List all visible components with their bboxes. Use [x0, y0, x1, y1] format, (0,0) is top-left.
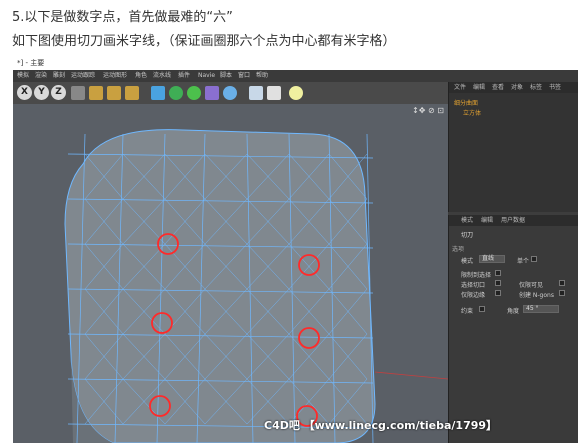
obj-menu-file[interactable]: 文件	[454, 82, 466, 93]
cube-face	[64, 129, 376, 443]
cube-icon[interactable]	[151, 86, 165, 100]
array-icon[interactable]	[205, 86, 219, 100]
visible-only-label: 仅限可见	[519, 282, 544, 289]
render-settings-icon[interactable]	[125, 86, 139, 100]
caption-line-1: 5.以下是做数字点，首先做最难的“六”	[12, 10, 233, 25]
floor-icon[interactable]	[249, 86, 263, 100]
mode-dropdown[interactable]: 直线	[479, 255, 505, 263]
y-axis-button[interactable]: Y	[34, 85, 49, 100]
visible-only-checkbox[interactable]	[559, 280, 565, 286]
obj-menu-bookmark[interactable]: 书签	[549, 82, 561, 93]
render-picture-viewer-icon[interactable]	[107, 86, 121, 100]
watermark: C4D吧 【www.linecg.com/tieba/1799】	[264, 419, 498, 432]
attr-menu-userdata[interactable]: 用户数据	[501, 215, 525, 226]
object-subdivision-surface[interactable]: 细分曲面	[454, 98, 478, 107]
x-axis-button[interactable]: X	[17, 85, 32, 100]
obj-menu-tag[interactable]: 标签	[530, 82, 542, 93]
edges-only-label: 仅限边缘	[461, 292, 486, 299]
main-toolbar: X Y Z	[13, 82, 448, 104]
constrain-label: 约束	[461, 308, 474, 315]
viewport-nav-controls[interactable]: ↕✥ ⊘ ⊡	[412, 106, 444, 115]
axis-line	[374, 371, 448, 380]
menu-character[interactable]: 角色	[135, 70, 147, 82]
obj-menu-view[interactable]: 查看	[492, 82, 504, 93]
menu-plugins[interactable]: 插件	[178, 70, 190, 82]
perspective-viewport[interactable]: ↕✥ ⊘ ⊡	[13, 104, 448, 443]
options-section-label: 选项	[452, 246, 465, 253]
single-label: 单个	[517, 258, 530, 265]
create-ngons-label: 创建 N-gons	[519, 292, 554, 299]
attr-menu-mode[interactable]: 模式	[461, 215, 473, 226]
coordinate-system-icon[interactable]	[71, 86, 85, 100]
attr-menu-edit[interactable]: 编辑	[481, 215, 493, 226]
angle-label: 角度	[507, 308, 520, 315]
subdivision-icon[interactable]	[187, 86, 201, 100]
attribute-manager-menu: 模式 编辑 用户数据	[449, 215, 578, 226]
z-axis-button[interactable]: Z	[51, 85, 66, 100]
menu-motion-tracking[interactable]: 运动跟踪	[71, 70, 95, 82]
caption-line-2: 如下图使用切刀画米字线，（保证画圈那六个点为中心都有米字格）	[12, 34, 396, 49]
obj-menu-object[interactable]: 对象	[511, 82, 523, 93]
mode-label: 模式	[461, 258, 474, 265]
window-title: *] - 主要	[13, 57, 578, 70]
select-cuts-checkbox[interactable]	[495, 280, 501, 286]
light-icon[interactable]	[289, 86, 303, 100]
menu-bar: 模拟 渲染 雕刻 运动跟踪 运动图形 角色 流水线 插件 Navie 脚本 窗口…	[13, 70, 578, 82]
menu-mograph[interactable]: 运动图形	[103, 70, 127, 82]
object-manager-menu: 文件 编辑 查看 对象 标签 书签	[449, 82, 578, 93]
obj-menu-edit[interactable]: 编辑	[473, 82, 485, 93]
cube-mesh-view	[64, 129, 448, 443]
create-ngons-checkbox[interactable]	[559, 290, 565, 296]
single-checkbox[interactable]	[531, 256, 537, 262]
deformer-icon[interactable]	[223, 86, 237, 100]
menu-navie[interactable]: Navie	[198, 70, 215, 82]
render-view-icon[interactable]	[89, 86, 103, 100]
menu-script[interactable]: 脚本	[220, 70, 232, 82]
spline-pen-icon[interactable]	[169, 86, 183, 100]
knife-tool-title: 切刀	[461, 232, 474, 239]
limit-to-selection-checkbox[interactable]	[495, 270, 501, 276]
menu-help[interactable]: 帮助	[256, 70, 268, 82]
menu-render[interactable]: 渲染	[35, 70, 47, 82]
angle-field[interactable]: 45 °	[523, 305, 559, 313]
menu-pipeline[interactable]: 流水线	[153, 70, 171, 82]
c4d-window: *] - 主要 模拟 渲染 雕刻 运动跟踪 运动图形 角色 流水线 插件 Nav…	[13, 57, 578, 443]
menu-simulate[interactable]: 模拟	[17, 70, 29, 82]
object-manager: 文件 编辑 查看 对象 标签 书签 细分曲面 立方体	[448, 82, 578, 212]
menu-sculpt[interactable]: 雕刻	[53, 70, 65, 82]
select-cuts-label: 选择切口	[461, 282, 486, 289]
limit-to-selection-label: 限制到选择	[461, 272, 492, 279]
constrain-checkbox[interactable]	[479, 306, 485, 312]
object-cube[interactable]: 立方体	[463, 108, 481, 117]
menu-window[interactable]: 窗口	[238, 70, 250, 82]
attribute-manager: 模式 编辑 用户数据 切刀 选项 模式 直线 单个 限制到选择 选择切口 仅限可…	[448, 215, 578, 443]
edges-only-checkbox[interactable]	[495, 290, 501, 296]
camera-icon[interactable]	[267, 86, 281, 100]
